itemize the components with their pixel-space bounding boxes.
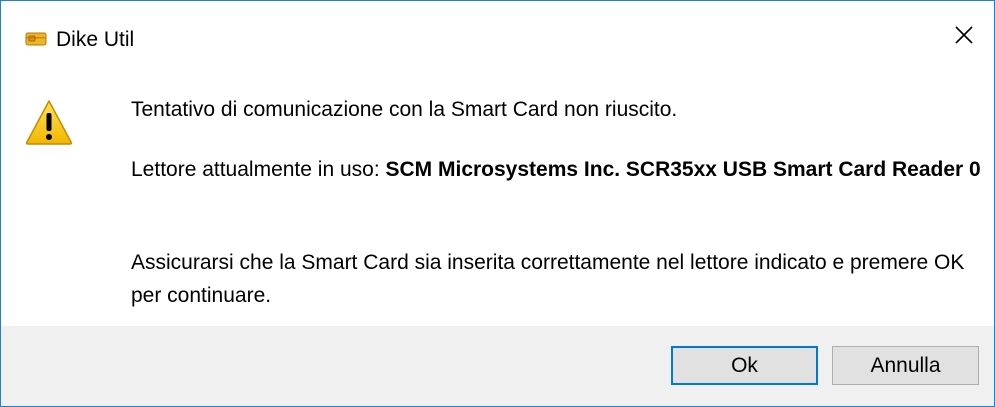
- warning-icon: [25, 98, 73, 146]
- close-button[interactable]: [934, 1, 994, 73]
- instructions-text: Assicurarsi che la Smart Card sia inseri…: [131, 251, 965, 307]
- cancel-button[interactable]: Annulla: [832, 346, 979, 385]
- smartcard-icon: [25, 31, 47, 47]
- button-bar: Ok Annulla: [1, 326, 994, 406]
- ok-button[interactable]: Ok: [671, 346, 818, 385]
- reader-name: SCM Microsystems Inc. SCR35xx USB Smart …: [385, 158, 981, 181]
- dialog-window: Dike Util Tentativo di comunicazione con…: [0, 0, 995, 407]
- reader-info: Lettore attualmente in uso: SCM Microsys…: [131, 153, 981, 186]
- close-icon: [954, 25, 974, 50]
- error-message: Tentativo di comunicazione con la Smart …: [131, 98, 678, 121]
- title-bar[interactable]: Dike Util: [1, 1, 994, 73]
- window-title: Dike Util: [56, 28, 135, 51]
- reader-label: Lettore attualmente in uso:: [131, 158, 386, 181]
- message-area: Tentativo di comunicazione con la Smart …: [1, 73, 994, 326]
